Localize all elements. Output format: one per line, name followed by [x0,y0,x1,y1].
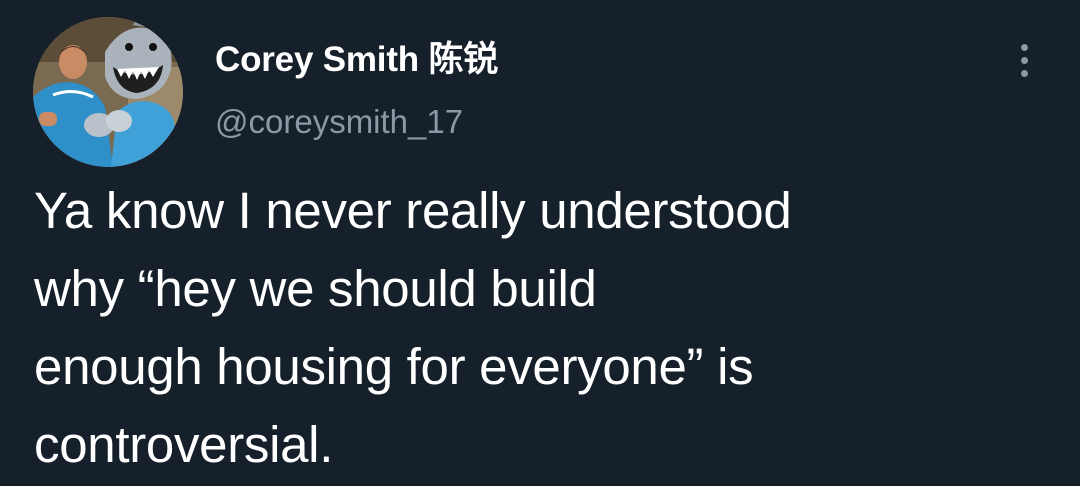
more-dot [1020,43,1028,51]
tweet-text-line: Ya know I never really understood [34,182,792,239]
more-vertical-icon[interactable] [1006,40,1042,80]
tweet-text-line: controversial. [34,416,334,473]
tweet-card: Corey Smith 陈锐 @coreysmith_17 Ya know I … [0,0,1080,486]
tweet-text: Ya know I never really understood why “h… [34,172,1044,484]
tweet-text-line: why “hey we should build [34,260,597,317]
more-dot [1020,56,1028,64]
avatar-image [33,17,183,167]
author-display-name[interactable]: Corey Smith 陈锐 [215,38,498,82]
more-dot [1020,69,1028,77]
tweet-text-line: enough housing for everyone” is [34,338,754,395]
author-handle[interactable]: @coreysmith_17 [215,100,463,144]
avatar[interactable] [33,17,183,167]
